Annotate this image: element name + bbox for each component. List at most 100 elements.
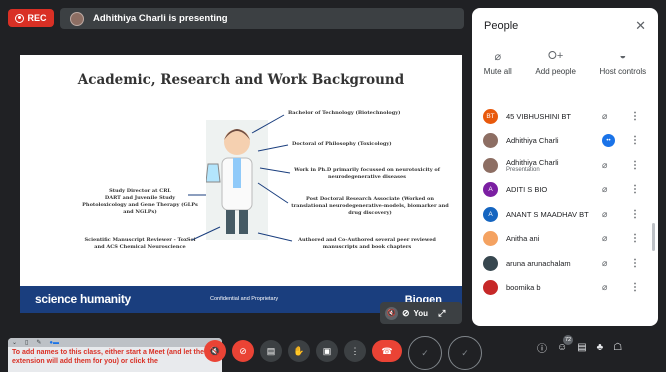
self-view-label: You	[413, 308, 429, 318]
add-person-icon: ⭘+	[548, 50, 564, 62]
mic-off-icon[interactable]: 🔇	[385, 306, 398, 320]
more-options-icon: ⋮	[350, 345, 360, 356]
slide-item: DART and Juvenile Study	[104, 195, 176, 201]
check-icon: ✓	[421, 347, 429, 358]
edit-icon[interactable]: ✎	[36, 339, 41, 346]
more-options-icon[interactable]: ⋮	[630, 184, 640, 195]
avatar	[483, 280, 498, 296]
participant-name: Adhithiya Charli	[506, 136, 559, 146]
avatar	[70, 11, 84, 26]
mic-off-icon: ⌀	[602, 184, 608, 195]
list-item[interactable]: Adhithiya Charli •• ⋮	[472, 129, 658, 154]
mute-all-button[interactable]: ⌀ Mute all	[484, 50, 512, 76]
more-options-button[interactable]: ⋮	[344, 340, 366, 362]
extension-toolbar: ⌄ ▯ ✎ ●▬	[8, 338, 222, 347]
mic-off-icon: ⌀	[602, 110, 608, 121]
present-icon: ▣	[322, 345, 332, 356]
expand-icon[interactable]: ⤢	[438, 308, 445, 319]
toggle-icon[interactable]: ●▬	[49, 340, 59, 346]
add-people-button[interactable]: ⭘+ Add people	[535, 50, 575, 76]
host-controls-button[interactable]: ◒ Host controls	[599, 50, 646, 76]
scrollbar[interactable]	[652, 223, 655, 251]
people-panel: People ✕ ⌀ Mute all ⭘+ Add people ◒ Host…	[472, 8, 658, 326]
list-item[interactable]: A ADITI S BIO ⌀ ⋮	[472, 178, 658, 203]
captions-button[interactable]: ▤	[260, 340, 282, 362]
present-button[interactable]: ▣	[316, 340, 338, 362]
avatar: BT	[483, 108, 498, 124]
list-item[interactable]: boomika b ⌀ ⋮	[472, 276, 658, 301]
slide-item: Work in Ph.D primarily focussed on neuro…	[294, 167, 440, 180]
self-view-tile[interactable]: 🔇 ⊘ You ⤢	[380, 302, 462, 324]
avatar	[483, 231, 498, 247]
participant-subtitle: Presentation	[506, 166, 540, 173]
hand-icon: ✋	[293, 345, 305, 356]
more-options-icon[interactable]: ⋮	[630, 258, 640, 269]
list-item[interactable]: Anitha ani ⌀ ⋮	[472, 227, 658, 252]
avatar: A	[483, 182, 498, 198]
slide-item: Photoloxicology and Gene Therapy (GLPs a…	[82, 202, 198, 215]
participant-name: Anitha ani	[506, 234, 540, 244]
tool-label: Add people	[535, 67, 576, 76]
extension-button[interactable]: ✓	[448, 336, 482, 370]
more-options-icon[interactable]: ⋮	[630, 209, 640, 220]
camera-off-icon[interactable]: ⊘	[402, 308, 410, 319]
mic-off-icon: ⌀	[602, 257, 608, 268]
rec-label: REC	[27, 13, 47, 23]
avatar	[483, 255, 498, 271]
participant-name: boomika b	[506, 283, 541, 293]
list-item[interactable]: aruna arunachalam ⌀ ⋮	[472, 251, 658, 276]
slide-item: Authored and Co-Authored several peer re…	[298, 237, 436, 250]
record-icon	[15, 13, 25, 23]
info-icon[interactable]: ⓘ	[537, 340, 547, 355]
presenter-text: Adhithiya Charli is presenting	[93, 13, 228, 24]
raise-hand-button[interactable]: ✋	[288, 340, 310, 362]
mic-off-icon: ⌀	[602, 208, 608, 219]
mic-off-icon: ⌀	[602, 282, 608, 293]
chevron-down-icon[interactable]: ⌄	[12, 339, 17, 346]
close-icon[interactable]: ✕	[635, 18, 646, 34]
avatar	[483, 157, 498, 173]
list-item[interactable]: Adhithiya Charli Presentation ⌀ ⋮	[472, 153, 658, 178]
call-controls: 🔇 ⊘ ▤ ✋ ▣ ⋮ ☎ ✓ ✓	[204, 336, 482, 370]
avatar: A	[483, 206, 498, 222]
avatar	[483, 133, 498, 149]
activities-icon[interactable]: ♣	[597, 342, 604, 353]
participant-name: aruna arunachalam	[506, 258, 571, 268]
participant-name-text: Adhithiya Charli	[506, 157, 559, 167]
mic-off-icon: ⌀	[494, 51, 502, 63]
panel-title: People	[484, 20, 519, 32]
extension-popup: ⌄ ▯ ✎ ●▬ To add names to this class, eit…	[8, 338, 222, 372]
file-icon[interactable]: ▯	[25, 339, 28, 346]
leave-call-button[interactable]: ☎	[372, 340, 402, 362]
mic-button[interactable]: 🔇	[204, 340, 226, 362]
tool-label: Host controls	[599, 67, 647, 76]
host-controls-icon[interactable]: ☖	[613, 342, 622, 353]
phone-hangup-icon: ☎	[381, 345, 393, 356]
camera-button[interactable]: ⊘	[232, 340, 254, 362]
tool-label: Mute all	[483, 67, 512, 76]
camera-off-icon: ⊘	[239, 345, 247, 356]
more-options-icon[interactable]: ⋮	[630, 282, 640, 293]
people-button[interactable]: ☺ 72	[557, 335, 573, 353]
captions-icon: ▤	[266, 345, 276, 356]
extension-button[interactable]: ✓	[408, 336, 442, 370]
panel-tools: ⌀ Mute all ⭘+ Add people ◒ Host controls	[472, 50, 658, 76]
slide-item: Scientific Manuscript Reviewer - ToxSci …	[84, 237, 196, 250]
participant-count-badge: 72	[563, 335, 573, 345]
more-options-icon[interactable]: ⋮	[630, 111, 640, 122]
extension-message: To add names to this class, either start…	[12, 349, 205, 365]
toggle-icon: ◒	[619, 50, 627, 62]
list-item[interactable]: A ANANT S MAADHAV BT ⌀ ⋮	[472, 202, 658, 227]
list-item[interactable]: BT 45 VIBHUSHINI BT ⌀ ⋮	[472, 104, 658, 129]
mic-off-icon: 🔇	[209, 345, 221, 356]
chat-icon[interactable]: ▤	[577, 342, 586, 353]
mic-off-icon: ⌀	[602, 233, 608, 244]
more-options-icon[interactable]: ⋮	[630, 160, 640, 171]
more-options-icon[interactable]: ⋮	[630, 135, 640, 146]
participant-name: 45 VIBHUSHINI BT	[506, 111, 572, 121]
recording-badge[interactable]: REC	[8, 9, 54, 27]
presenter-banner: Adhithiya Charli is presenting	[60, 8, 464, 29]
participant-name: ANANT S MAADHAV BT	[506, 209, 589, 219]
slide-footer-brand: science humanity	[35, 292, 131, 306]
more-options-icon[interactable]: ⋮	[630, 233, 640, 244]
